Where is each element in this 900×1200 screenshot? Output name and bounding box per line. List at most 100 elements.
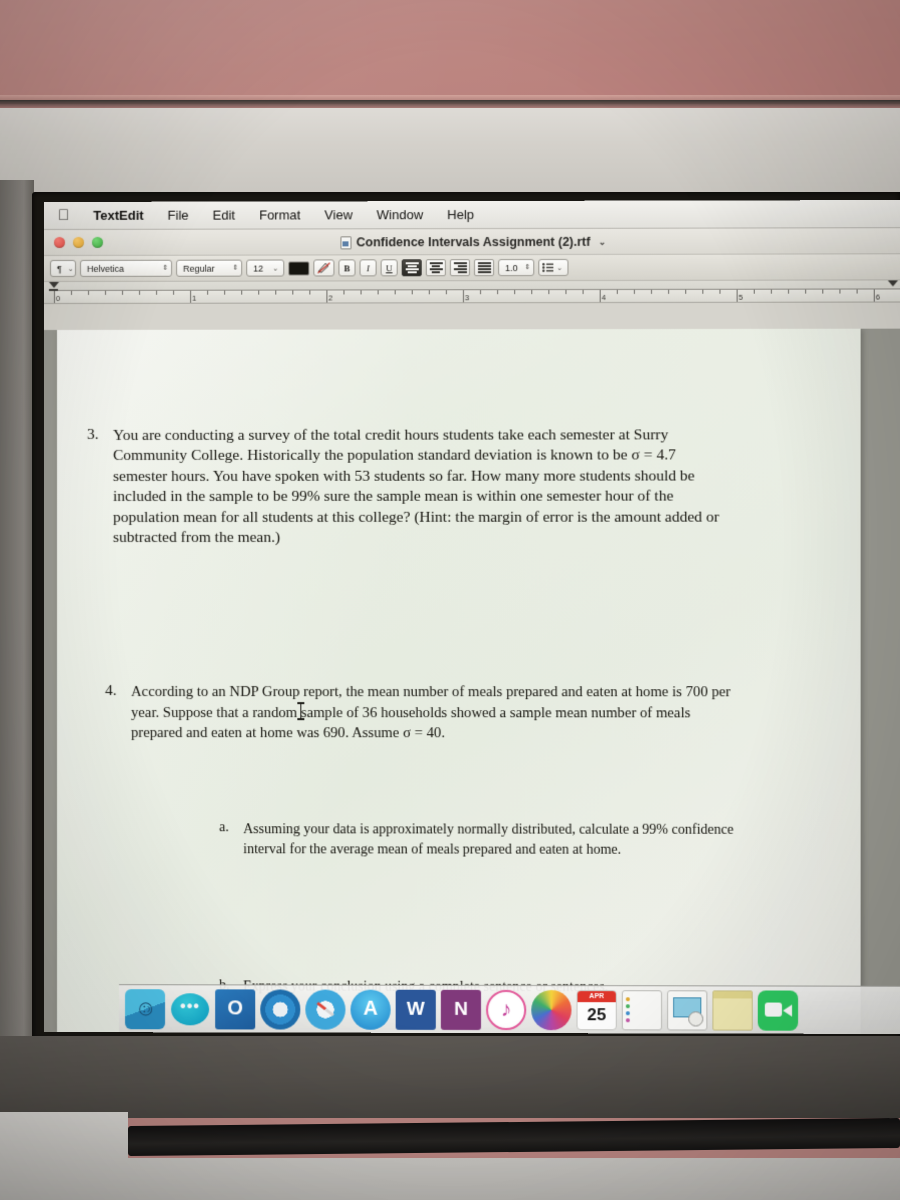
font-family-dropdown[interactable]: Helvetica ⇕ (80, 259, 173, 277)
ruler-label: 3 (464, 293, 470, 303)
ruler-minor-tick (173, 290, 175, 295)
ruler-minor-tick (292, 290, 294, 295)
italic-button[interactable]: I (359, 259, 377, 277)
ruler-minor-tick (582, 290, 584, 295)
macos-menubar:  TextEdit File Edit Format View Window … (44, 200, 900, 230)
font-size-dropdown[interactable]: 12 ⌄ (246, 259, 285, 277)
macos-display:  TextEdit File Edit Format View Window … (44, 200, 900, 1034)
dock-item-word[interactable] (395, 989, 436, 1030)
ruler-minor-tick (275, 290, 277, 295)
dock-item-messages[interactable] (170, 989, 210, 1029)
ruler-minor-tick (122, 290, 124, 295)
ruler-major-tick (326, 290, 328, 304)
menu-format[interactable]: Format (247, 207, 312, 222)
align-right-button[interactable] (449, 259, 470, 277)
dock-item-outlook[interactable] (215, 988, 256, 1029)
dock-item-photos[interactable] (531, 989, 572, 1030)
chevron-down-icon: ⌄ (67, 265, 74, 273)
ruler-minor-tick (702, 289, 704, 294)
minimize-button[interactable] (73, 236, 85, 248)
ruler-minor-tick (856, 289, 858, 294)
align-center-button[interactable] (425, 259, 446, 277)
ruler-major-tick (53, 290, 55, 304)
ruler-minor-tick (719, 289, 721, 294)
dock-item-stickies[interactable] (712, 989, 753, 1031)
underline-button[interactable]: U (380, 259, 398, 277)
paragraph-style-dropdown[interactable]: ¶ ⌄ (49, 259, 77, 277)
document-title-group: Confidence Intervals Assignment (2).rtf … (44, 228, 900, 256)
question-4[interactable]: 4. According to an NDP Group report, the… (105, 682, 748, 744)
ruler-minor-tick (343, 290, 345, 295)
ruler-minor-tick (839, 289, 841, 294)
dock-item-chrome[interactable] (260, 988, 301, 1030)
dock-item-facetime[interactable] (757, 989, 799, 1031)
ruler-minor-tick (805, 289, 807, 294)
dock-item-calendar[interactable]: APR 25 (576, 989, 617, 1030)
ruler-minor-tick (156, 290, 158, 295)
window-titlebar: Confidence Intervals Assignment (2).rtf … (44, 228, 900, 256)
document-page[interactable]: 3. You are conducting a survey of the to… (56, 328, 861, 1034)
highlight-pen-icon[interactable] (313, 259, 335, 277)
ruler-track: 0 1 2 3 4 5 6 (53, 288, 900, 304)
apple-menu-icon[interactable]:  (52, 207, 81, 224)
ruler-minor-tick (224, 290, 226, 295)
dock-item-safari[interactable] (305, 989, 346, 1030)
screen-bottom-bezel: MacBook Air (0, 1036, 900, 1118)
menu-textedit[interactable]: TextEdit (81, 208, 155, 223)
list-style-dropdown[interactable]: ⌄ (538, 258, 569, 277)
screen-left-bezel (0, 180, 34, 1120)
chevron-down-icon[interactable]: ⌄ (598, 236, 606, 247)
left-indent-bar[interactable] (48, 288, 59, 291)
dock-item-contacts[interactable] (621, 989, 663, 1030)
ruler-minor-tick (241, 290, 243, 295)
question-number: 4. (105, 682, 117, 700)
menu-help[interactable]: Help (435, 207, 486, 222)
dock-item-preview[interactable] (667, 989, 708, 1031)
menu-file[interactable]: File (156, 208, 201, 223)
dock-item-app-store[interactable] (350, 989, 391, 1030)
zoom-button[interactable] (92, 236, 104, 248)
ruler-minor-tick (514, 290, 516, 295)
question-3[interactable]: 3. You are conducting a survey of the to… (87, 425, 730, 548)
paragraph-style-value: ¶ (56, 263, 62, 274)
close-button[interactable] (53, 236, 66, 248)
dock-item-itunes[interactable] (486, 989, 527, 1030)
font-size-value: 12 (253, 263, 264, 274)
ruler-minor-tick (616, 289, 618, 294)
menu-window[interactable]: Window (365, 207, 436, 222)
subitem-letter: a. (219, 820, 229, 836)
dock-item-finder[interactable] (125, 988, 166, 1029)
document-scroll-area[interactable]: 3. You are conducting a survey of the to… (44, 328, 900, 1034)
text-color-swatch[interactable] (288, 260, 310, 276)
ruler-major-tick (873, 289, 875, 303)
align-left-button[interactable] (401, 259, 422, 277)
question-4-sub-a[interactable]: a. Assuming your data is approximately n… (219, 820, 782, 861)
laptop-hinge (128, 1117, 900, 1157)
wall-background (0, 0, 900, 104)
font-style-dropdown[interactable]: Regular ⇕ (176, 259, 243, 277)
document-ruler[interactable]: 0 1 2 3 4 5 6 (44, 280, 900, 304)
photograph-of-laptop:  TextEdit File Edit Format View Window … (0, 0, 900, 1200)
line-spacing-dropdown[interactable]: 1.0 ⇕ (498, 259, 535, 277)
ruler-minor-tick (411, 290, 413, 295)
right-margin-marker[interactable] (887, 280, 898, 287)
left-margin-marker[interactable] (48, 281, 60, 288)
ruler-minor-tick (394, 290, 396, 295)
macos-dock[interactable]: APR 25 (119, 984, 900, 1034)
ruler-minor-tick (428, 290, 430, 295)
align-justify-button[interactable] (473, 259, 495, 277)
ruler-minor-tick (88, 290, 90, 295)
ruler-minor-tick (445, 290, 447, 295)
document-title[interactable]: Confidence Intervals Assignment (2).rtf (356, 235, 590, 250)
dock-item-onenote[interactable] (440, 989, 482, 1030)
ruler-label: 4 (601, 292, 606, 303)
ruler-label: 5 (738, 292, 743, 302)
ruler-minor-tick (753, 289, 755, 294)
calendar-day: 25 (587, 1005, 607, 1025)
menu-view[interactable]: View (312, 207, 364, 222)
menu-edit[interactable]: Edit (201, 208, 247, 223)
bold-button[interactable]: B (338, 259, 356, 277)
ruler-minor-tick (650, 289, 653, 294)
stepper-icon: ⇕ (162, 264, 169, 272)
ruler-minor-tick (685, 289, 687, 294)
